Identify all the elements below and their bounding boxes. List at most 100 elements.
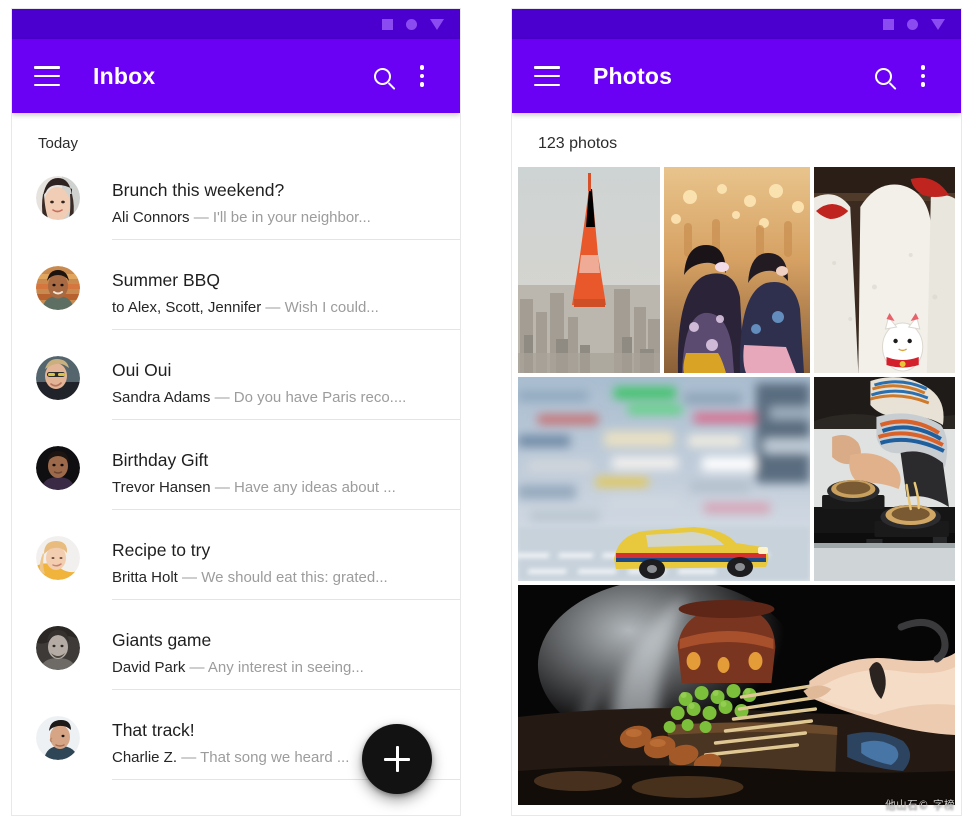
photo-grid-row	[518, 377, 955, 581]
section-header-today: Today	[38, 135, 79, 152]
photo-grid-row	[518, 585, 955, 805]
mail-snippet: I'll be in your neighbor...	[212, 209, 371, 226]
hamburger-menu-icon[interactable]	[534, 66, 560, 86]
mail-dash: —	[181, 749, 197, 766]
mail-content: Giants game David Park — Any interest in…	[112, 616, 460, 690]
search-icon	[373, 67, 391, 85]
mail-list-item[interactable]: Birthday Gift Trevor Hansen — Have any i…	[12, 436, 460, 526]
overflow-menu-button[interactable]	[402, 56, 442, 96]
photo-grid-row	[518, 167, 955, 373]
square-icon	[883, 18, 894, 30]
photo-noodle-bowls[interactable]	[814, 377, 955, 581]
mail-subject: Birthday Gift	[112, 450, 209, 470]
inbox-app-bar: Inbox	[12, 39, 460, 113]
overflow-menu-button[interactable]	[903, 56, 943, 96]
mail-content: Recipe to try Britta Holt — We should ea…	[112, 526, 460, 600]
circle-icon	[406, 18, 417, 30]
mail-content: Birthday Gift Trevor Hansen — Have any i…	[112, 436, 460, 510]
hamburger-menu-icon[interactable]	[34, 66, 60, 86]
mail-subject: Giants game	[112, 630, 212, 650]
square-icon	[382, 18, 393, 30]
mail-sender: Trevor Hansen	[112, 479, 211, 496]
mail-list-item[interactable]: Summer BBQ to Alex, Scott, Jennifer — Wi…	[12, 256, 460, 346]
mail-content: Summer BBQ to Alex, Scott, Jennifer — Wi…	[112, 256, 460, 330]
mail-snippet: That song we heard ...	[200, 749, 350, 766]
status-bar	[512, 9, 961, 39]
avatar-david-park	[36, 626, 80, 670]
photo-yakitori-grill[interactable]	[518, 585, 955, 805]
more-vertical-icon	[419, 65, 425, 87]
list-divider	[112, 329, 460, 330]
photo-grid	[512, 167, 961, 805]
plus-icon	[384, 746, 410, 772]
mail-meta: to Alex, Scott, Jennifer — Wish I could.…	[112, 297, 446, 318]
avatar-sandra-adams	[36, 356, 80, 400]
mail-dash: —	[182, 569, 198, 586]
image-watermark: 他山石© 字榜	[885, 799, 955, 811]
mail-dash: —	[265, 299, 281, 316]
compose-fab[interactable]	[362, 724, 432, 794]
mail-dash: —	[189, 659, 205, 676]
mail-meta: Britta Holt — We should eat this: grated…	[112, 567, 446, 588]
photos-app-bar: Photos	[512, 39, 961, 113]
mail-meta: Sandra Adams — Do you have Paris reco...…	[112, 387, 446, 408]
mail-meta: Ali Connors — I'll be in your neighbor..…	[112, 207, 446, 228]
search-icon	[874, 67, 892, 85]
mail-dash: —	[193, 209, 209, 226]
mail-subject: Oui Oui	[112, 360, 172, 380]
mail-content: Brunch this weekend? Ali Connors — I'll …	[112, 166, 460, 240]
mail-list-item[interactable]: Brunch this weekend? Ali Connors — I'll …	[12, 166, 460, 256]
list-divider	[112, 419, 460, 420]
triangle-down-icon	[931, 18, 945, 30]
photo-taxi-motion-blur[interactable]	[518, 377, 810, 581]
more-vertical-icon	[920, 65, 926, 87]
mail-snippet: Wish I could...	[284, 299, 379, 316]
avatar-britta-holt	[36, 536, 80, 580]
inbox-phone-frame: Inbox Today Brunch this weekend? Ali Con…	[11, 8, 461, 816]
mail-list-item[interactable]: Recipe to try Britta Holt — We should ea…	[12, 526, 460, 616]
triangle-down-icon	[430, 18, 444, 30]
mail-sender: to Alex, Scott, Jennifer	[112, 299, 262, 316]
inbox-list-container[interactable]: Today Brunch this weekend? Ali Connors —…	[12, 113, 460, 815]
mail-list-item[interactable]: Oui Oui Sandra Adams — Do you have Paris…	[12, 346, 460, 436]
mail-snippet: Do you have Paris reco....	[233, 389, 407, 406]
search-button[interactable]	[863, 56, 903, 96]
avatar-charlie-z	[36, 716, 80, 760]
page-title: Photos	[593, 62, 673, 89]
mail-subject: Summer BBQ	[112, 270, 220, 290]
list-divider	[112, 689, 460, 690]
circle-icon	[907, 18, 918, 30]
search-button[interactable]	[362, 56, 402, 96]
mail-dash: —	[214, 479, 230, 496]
photos-phone-frame: Photos 123 photos 他山石© 字榜	[511, 8, 962, 816]
mail-snippet: We should eat this: grated...	[201, 569, 388, 586]
mail-sender: Charlie Z.	[112, 749, 178, 766]
mail-sender: Sandra Adams	[112, 389, 211, 406]
mail-meta: David Park — Any interest in seeing...	[112, 657, 446, 678]
photo-kimono-crowd[interactable]	[664, 167, 810, 373]
photos-grid-container[interactable]: 123 photos 他山石© 字榜	[512, 113, 961, 815]
mail-sender: David Park	[112, 659, 186, 676]
mail-subject: Brunch this weekend?	[112, 180, 285, 200]
mail-content: Oui Oui Sandra Adams — Do you have Paris…	[112, 346, 460, 420]
avatar-ali-connors	[36, 176, 80, 220]
mail-sender: Britta Holt	[112, 569, 178, 586]
photo-tokyo-tower[interactable]	[518, 167, 660, 373]
photo-count-label: 123 photos	[538, 135, 618, 152]
mail-snippet: Any interest in seeing...	[207, 659, 364, 676]
list-divider	[112, 509, 460, 510]
avatar-summer-bbq	[36, 266, 80, 310]
mail-snippet: Have any ideas about ...	[234, 479, 396, 496]
mail-meta: Trevor Hansen — Have any ideas about ...	[112, 477, 446, 498]
page-title: Inbox	[93, 62, 156, 89]
mail-list-item[interactable]: Giants game David Park — Any interest in…	[12, 616, 460, 706]
mail-sender: Ali Connors	[112, 209, 190, 226]
photo-lucky-cats[interactable]	[814, 167, 955, 373]
mail-dash: —	[214, 389, 230, 406]
mail-subject: Recipe to try	[112, 540, 211, 560]
status-bar	[12, 9, 460, 39]
list-divider	[112, 599, 460, 600]
list-divider	[112, 239, 460, 240]
screenshot-stage: Inbox Today Brunch this weekend? Ali Con…	[0, 0, 969, 816]
avatar-trevor-hansen	[36, 446, 80, 490]
